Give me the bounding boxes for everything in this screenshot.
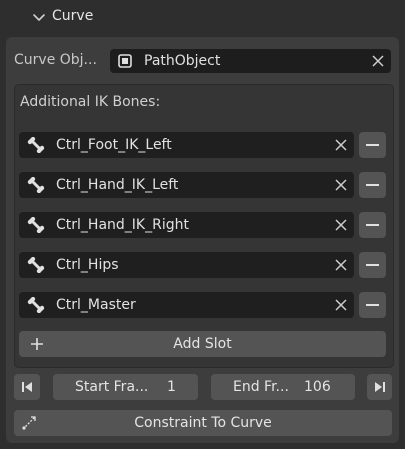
clear-icon[interactable] (335, 299, 347, 311)
clear-icon[interactable] (372, 55, 384, 67)
minus-icon (366, 264, 379, 266)
bone-icon (27, 177, 45, 193)
bone-icon (27, 217, 45, 233)
panel-title: Curve (52, 8, 94, 24)
bone-name: Ctrl_Hand_IK_Left (56, 177, 179, 193)
panel-header-curve[interactable]: Curve (0, 0, 405, 37)
jump-start-icon (22, 382, 32, 392)
ik-bones-title: Additional IK Bones: (20, 94, 161, 110)
curve-object-icon (118, 54, 132, 68)
jump-end-icon (375, 382, 385, 392)
bone-field[interactable]: Ctrl_Master (19, 292, 354, 318)
constraint-label: Constraint To Curve (134, 415, 272, 431)
clear-icon[interactable] (335, 179, 347, 191)
bone-name: Ctrl_Master (56, 297, 136, 313)
clear-icon[interactable] (335, 259, 347, 271)
clear-icon[interactable] (335, 219, 347, 231)
remove-slot-button[interactable] (359, 172, 386, 198)
chevron-down-icon (33, 14, 45, 21)
add-slot-button[interactable]: Add Slot (19, 331, 386, 357)
bone-field[interactable]: Ctrl_Foot_IK_Left (19, 132, 354, 158)
jump-to-start-button[interactable] (14, 374, 40, 400)
bone-icon (27, 297, 45, 313)
clear-icon[interactable] (335, 139, 347, 151)
curve-object-field[interactable]: PathObject (110, 49, 391, 73)
bone-field[interactable]: Ctrl_Hand_IK_Left (19, 172, 354, 198)
start-frame-field[interactable]: Start Fra... 1 (53, 374, 198, 400)
start-frame-value: 1 (167, 379, 176, 395)
minus-icon (366, 304, 379, 306)
bone-field[interactable]: Ctrl_Hips (19, 252, 354, 278)
end-frame-field[interactable]: End Fr... 106 (211, 374, 355, 400)
minus-icon (366, 184, 379, 186)
minus-icon (366, 144, 379, 146)
bone-field[interactable]: Ctrl_Hand_IK_Right (19, 212, 354, 238)
constraint-to-curve-button[interactable]: Constraint To Curve (14, 410, 392, 436)
bone-name: Ctrl_Hips (56, 257, 119, 273)
add-slot-label: Add Slot (173, 336, 232, 352)
end-frame-value: 106 (304, 379, 331, 395)
remove-slot-button[interactable] (359, 292, 386, 318)
end-frame-label: End Fr... (233, 379, 289, 395)
remove-slot-button[interactable] (359, 252, 386, 278)
curve-object-label: Curve Obj... (14, 52, 97, 68)
bone-icon (27, 257, 45, 273)
curve-object-value: PathObject (144, 53, 221, 69)
bone-name: Ctrl_Foot_IK_Left (56, 137, 172, 153)
jump-to-end-button[interactable] (367, 374, 392, 400)
remove-slot-button[interactable] (359, 132, 386, 158)
remove-slot-button[interactable] (359, 212, 386, 238)
minus-icon (366, 224, 379, 226)
bone-icon (27, 137, 45, 153)
bone-name: Ctrl_Hand_IK_Right (56, 217, 189, 233)
start-frame-label: Start Fra... (75, 379, 149, 395)
